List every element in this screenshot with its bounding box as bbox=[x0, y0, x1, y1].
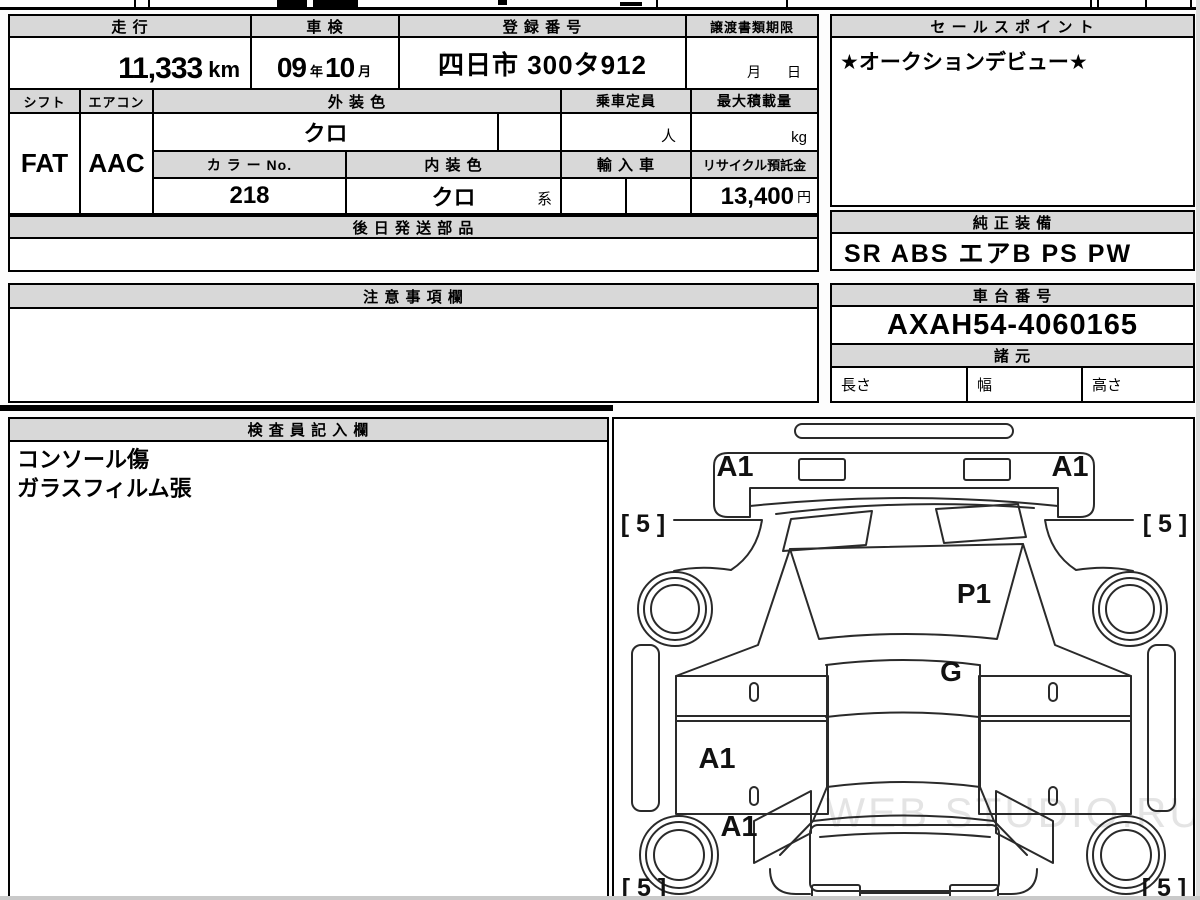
car-top-view-diagram: WEB STUDIO.RU A1 A1 [5] [5] P1 G A1 … bbox=[621, 423, 1193, 900]
transfer-deadline-header: 譲渡書類期限 bbox=[685, 14, 819, 38]
sales-point-header: セ ー ル ス ポ イ ン ト bbox=[830, 14, 1195, 38]
door-handle bbox=[1048, 682, 1058, 702]
equipment-header: 純 正 装 備 bbox=[830, 210, 1195, 234]
import-car-header: 輸 入 車 bbox=[560, 150, 692, 179]
inspection-value: 09 年 10 月 bbox=[250, 36, 400, 90]
chassis-number-value: AXAH54-4060165 bbox=[830, 305, 1195, 345]
front-wheel-left bbox=[637, 571, 713, 647]
transfer-deadline-value: 月日 bbox=[685, 36, 819, 90]
capacity-value: 人 bbox=[560, 112, 692, 152]
recycle-deposit-header: リサイクル預託金 bbox=[690, 150, 819, 179]
cutoff-row bbox=[0, 0, 1200, 10]
cutoff-text-fragment bbox=[620, 2, 642, 6]
door-seams bbox=[675, 715, 1132, 722]
aircon-value: AAC bbox=[79, 112, 154, 215]
mileage-value: 11,333 km bbox=[8, 36, 252, 90]
mark-5-front-right: [ 5 ] bbox=[1143, 510, 1187, 538]
notes-header: 注 意 事 項 欄 bbox=[8, 283, 819, 309]
exterior-color-value: クロ bbox=[152, 112, 499, 152]
max-load-header: 最大積載量 bbox=[690, 88, 819, 114]
headlight-left bbox=[798, 458, 846, 481]
notes-value bbox=[8, 307, 819, 403]
mark-a1-front-left: A1 bbox=[716, 451, 753, 483]
mileage-header: 走 行 bbox=[8, 14, 252, 38]
damage-diagram-box: WEB STUDIO.RU A1 A1 [5] [5] P1 G A1 … bbox=[612, 417, 1195, 900]
cutoff-text-fragment bbox=[498, 0, 507, 5]
exterior-color-sub-cell bbox=[497, 112, 562, 152]
mark-a1-rear-wheel: A1 bbox=[720, 811, 757, 843]
front-bumper-strip bbox=[794, 423, 1014, 439]
rocker-right bbox=[1147, 644, 1176, 812]
import-car-value-left bbox=[560, 177, 627, 215]
interior-color-value: クロ 系 bbox=[345, 177, 562, 215]
inspector-notes: コンソール傷 ガラスフィルム張 bbox=[8, 440, 609, 900]
chassis-number-header: 車 台 番 号 bbox=[830, 283, 1195, 307]
spec-width-cell: 幅 bbox=[966, 366, 1083, 403]
later-parts-value bbox=[8, 237, 819, 272]
inspector-header: 検 査 員 記 入 欄 bbox=[8, 417, 609, 442]
front-fender-right bbox=[1044, 519, 1134, 572]
front-body-outline bbox=[713, 452, 1095, 518]
later-parts-header: 後 日 発 送 部 品 bbox=[8, 215, 819, 239]
spec-height-cell: 高さ bbox=[1081, 366, 1195, 403]
cutoff-text-fragment bbox=[277, 0, 307, 8]
interior-color-header: 内 装 色 bbox=[345, 150, 562, 179]
registration-value: 四日市 300タ912 bbox=[398, 36, 687, 90]
mark-5-front-left: [ 5 ] bbox=[621, 510, 665, 538]
aircon-header: エアコン bbox=[79, 88, 154, 114]
front-wheel-right bbox=[1092, 571, 1168, 647]
equipment-value: SR ABS エアB PS PW bbox=[830, 232, 1195, 271]
door-handle bbox=[749, 682, 759, 702]
mark-p1-windshield: P1 bbox=[957, 578, 991, 609]
watermark: WEB STUDIO.RU bbox=[825, 789, 1193, 836]
shift-header: シフト bbox=[8, 88, 81, 114]
recycle-deposit-value: 13,400 円 bbox=[690, 177, 819, 215]
cowl-vent-left bbox=[782, 510, 873, 552]
import-car-value-right bbox=[625, 177, 692, 215]
roof-mid-curve bbox=[825, 711, 980, 718]
rear-bumper-corner-right bbox=[998, 868, 1038, 895]
spec-length-cell: 長さ bbox=[830, 366, 968, 403]
registration-header: 登 録 番 号 bbox=[398, 14, 687, 38]
color-no-value: 218 bbox=[152, 177, 347, 215]
auction-sheet: 走 行 車 検 登 録 番 号 譲渡書類期限 11,333 km 09 年 10… bbox=[0, 0, 1200, 900]
section-divider bbox=[0, 405, 613, 411]
scan-edge-bottom bbox=[0, 896, 1200, 900]
sales-point-value: ★オークションデビュー★ bbox=[830, 36, 1195, 207]
a-pillar-right bbox=[1022, 543, 1132, 677]
specs-header: 諸 元 bbox=[830, 343, 1195, 368]
rear-bumper-corner-left bbox=[769, 868, 811, 895]
capacity-header: 乗車定員 bbox=[560, 88, 692, 114]
cowl-vent-right bbox=[935, 503, 1027, 544]
rocker-left bbox=[631, 644, 660, 812]
shift-value: FAT bbox=[8, 112, 81, 215]
mark-a1-door: A1 bbox=[698, 743, 735, 775]
exterior-color-header: 外 装 色 bbox=[152, 88, 562, 114]
headlight-right bbox=[963, 458, 1011, 481]
mark-a1-front-right: A1 bbox=[1051, 451, 1088, 483]
front-fender-left bbox=[673, 519, 763, 572]
scan-edge-right bbox=[1196, 0, 1200, 900]
mark-g-roof: G bbox=[940, 656, 962, 687]
cutoff-text-fragment bbox=[313, 0, 358, 8]
color-no-header: カ ラ ー No. bbox=[152, 150, 347, 179]
door-handle bbox=[749, 786, 759, 806]
max-load-value: kg bbox=[690, 112, 819, 152]
inspection-header: 車 検 bbox=[250, 14, 400, 38]
